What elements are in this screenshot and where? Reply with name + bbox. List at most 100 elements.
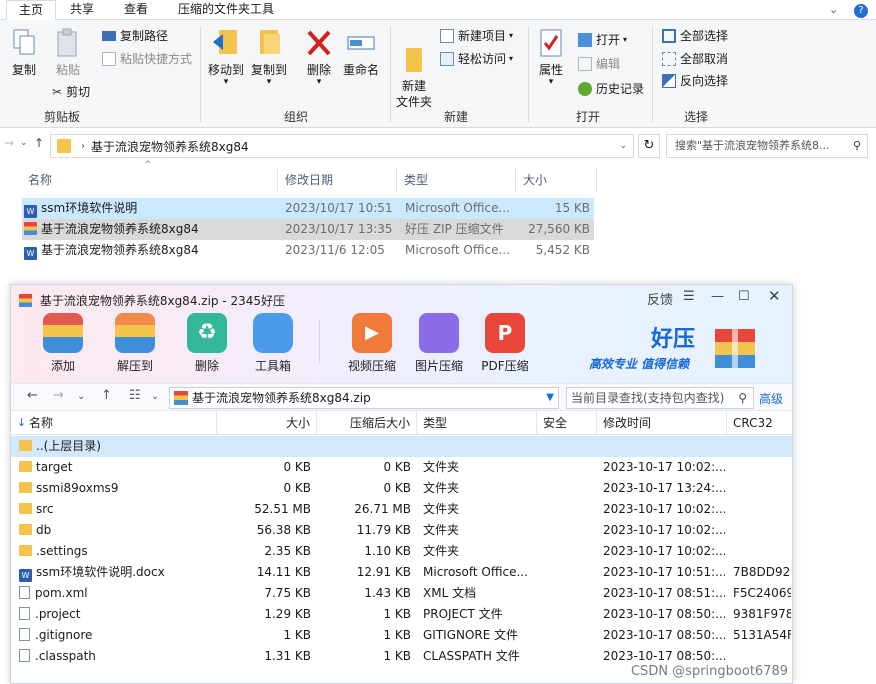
header-packed-size[interactable]: 压缩后大小 xyxy=(317,411,417,435)
dropdown-arrow-icon: ▾ xyxy=(316,77,322,87)
chevron-down-icon[interactable]: ⌄ xyxy=(619,141,627,151)
pdf-icon: P xyxy=(485,313,525,353)
new-folder-label: 新建 文件夹 xyxy=(395,79,432,109)
rename-button[interactable]: 重命名 xyxy=(340,28,382,78)
view-mode-icon[interactable]: ☷ xyxy=(129,388,141,403)
brand-name: 好压 xyxy=(651,327,696,352)
column-name[interactable]: 名称 xyxy=(22,168,278,192)
row-modified: 2023-10-17 10:51:... xyxy=(603,565,725,579)
table-row[interactable]: ssmi89oxms9 0 KB 0 KB 文件夹 2023-10-17 13:24:.… xyxy=(11,478,792,499)
refresh-button[interactable]: ↻ xyxy=(638,134,660,158)
delete-label: 删除 xyxy=(306,63,331,77)
table-row[interactable]: .settings 2.35 KB 1.10 KB 文件夹 2023-10-17 10:… xyxy=(11,541,792,562)
back-arrow-icon[interactable]: → xyxy=(4,136,14,150)
maximize-icon[interactable]: ☐ xyxy=(738,289,750,304)
copy-to-label: 复制到 xyxy=(250,63,287,77)
back-arrow-icon[interactable]: ← xyxy=(27,388,38,403)
tab-home[interactable]: 主页 xyxy=(6,0,57,20)
close-icon[interactable]: ✕ xyxy=(768,287,781,305)
table-row[interactable]: .gitignore 1 KB 1 KB GITIGNORE 文件 2023-10-17… xyxy=(11,625,792,646)
copy-to-button[interactable]: 复制到 ▾ xyxy=(248,28,290,87)
dropdown-arrow-icon[interactable]: ▼ xyxy=(546,388,554,408)
table-row[interactable]: .project 1.29 KB 1 KB PROJECT 文件 2023-10-17 … xyxy=(11,604,792,625)
invert-selection-icon xyxy=(662,74,676,88)
column-size[interactable]: 大小 xyxy=(517,168,597,192)
new-folder-button[interactable]: 新建 文件夹 xyxy=(394,28,434,126)
image-compress-button[interactable]: 图片压缩 xyxy=(411,313,467,374)
table-row[interactable]: Wssm环境软件说明.docx 14.11 KB 12.91 KB Microsoft… xyxy=(11,562,792,583)
add-label: 添加 xyxy=(50,359,75,373)
address-bar[interactable]: › 基于流浪宠物领养系统8xg84 ⌄ xyxy=(50,134,634,158)
row-name: pom.xml xyxy=(35,586,88,600)
header-name[interactable]: ↓ 名称 xyxy=(11,411,217,435)
view-dropdown-icon[interactable]: ⌄ xyxy=(151,391,159,402)
move-to-button[interactable]: 移动到 ▾ xyxy=(206,28,246,87)
archive-path-text: 基于流浪宠物领养系统8xg84.zip xyxy=(192,391,371,405)
header-size[interactable]: 大小 xyxy=(217,411,317,435)
delete-button[interactable]: 删除 ▾ xyxy=(300,28,338,87)
paste-button[interactable]: 粘贴 xyxy=(50,28,86,78)
column-date[interactable]: 修改日期 xyxy=(279,168,397,192)
help-icon[interactable]: ? xyxy=(854,4,868,18)
row-size: 2.35 KB xyxy=(264,544,311,558)
forward-arrow-icon[interactable]: → xyxy=(53,388,64,403)
cut-button[interactable]: ✂ 剪切 xyxy=(52,84,90,100)
minimize-icon[interactable]: — xyxy=(711,289,724,304)
table-row[interactable]: db 56.38 KB 11.79 KB 文件夹 2023-10-17 10:02:..… xyxy=(11,520,792,541)
recent-dropdown-icon[interactable]: ⌄ xyxy=(20,138,28,148)
haozip-delete-button[interactable]: ♻ 删除 xyxy=(179,313,235,374)
feedback-link[interactable]: 反馈 xyxy=(647,289,673,308)
open-button[interactable]: 打开 ▾ xyxy=(578,32,627,48)
advanced-search-link[interactable]: 高级 xyxy=(759,390,783,407)
toolbox-button[interactable]: 工具箱 xyxy=(245,313,301,374)
column-type[interactable]: 类型 xyxy=(398,168,516,192)
recycle-icon: ♻ xyxy=(187,313,227,353)
select-none-button[interactable]: 全部取消 xyxy=(662,51,728,67)
delete-x-icon xyxy=(307,30,331,56)
new-item-button[interactable]: 新建项目 ▾ xyxy=(440,28,513,44)
up-arrow-icon[interactable]: ↑ xyxy=(34,136,44,150)
extract-to-button[interactable]: 解压到 xyxy=(107,313,163,374)
menu-icon[interactable]: ☰ xyxy=(683,289,695,304)
file-row[interactable]: Wssm环境软件说明 2023/10/17 10:51 Microsoft Of… xyxy=(22,198,594,219)
paste-label: 粘贴 xyxy=(55,63,80,77)
archive-path-input[interactable]: 基于流浪宠物领养系统8xg84.zip ▼ xyxy=(169,387,559,409)
table-row[interactable]: target 0 KB 0 KB 文件夹 2023-10-17 10:02:... xyxy=(11,457,792,478)
header-security[interactable]: 安全 xyxy=(537,411,597,435)
add-button[interactable]: 添加 xyxy=(35,313,91,374)
explorer-search-input[interactable]: 搜索"基于流浪宠物领养系统8... ⚲ xyxy=(666,134,868,158)
copy-button[interactable]: 复制 xyxy=(8,28,40,78)
header-modified[interactable]: 修改时间 xyxy=(597,411,727,435)
row-type: GITIGNORE 文件 xyxy=(423,628,519,642)
easy-access-button[interactable]: 轻松访问 ▾ xyxy=(440,51,513,67)
chevron-down-icon[interactable]: ⌄ xyxy=(829,3,838,16)
table-row[interactable]: src 52.51 MB 26.71 MB 文件夹 2023-10-17 10:02:.… xyxy=(11,499,792,520)
file-row[interactable]: 基于流浪宠物领养系统8xg84 2023/10/17 13:35 好压 ZIP … xyxy=(22,219,594,240)
copy-path-button[interactable]: 复制路径 xyxy=(102,28,168,44)
tab-compressed-folder-tools[interactable]: 压缩的文件夹工具 xyxy=(166,0,286,20)
haozip-nav-bar: ← → ⌄ ↑ ☷ ⌄ 基于流浪宠物领养系统8xg84.zip ▼ 当前目录查找… xyxy=(11,383,792,411)
invert-selection-button[interactable]: 反向选择 xyxy=(662,73,728,89)
rename-icon xyxy=(347,36,375,50)
image-icon xyxy=(419,313,459,353)
up-arrow-icon[interactable]: ↑ xyxy=(101,388,112,403)
paste-shortcut-button[interactable]: 粘贴快捷方式 xyxy=(102,51,192,67)
edit-button[interactable]: 编辑 xyxy=(578,56,620,72)
video-compress-button[interactable]: ▶ 视频压缩 xyxy=(344,313,400,374)
tab-view[interactable]: 查看 xyxy=(112,0,160,20)
properties-button[interactable]: 属性 ▾ xyxy=(534,28,568,87)
table-row[interactable]: pom.xml 7.75 KB 1.43 KB XML 文档 2023-10-17 08… xyxy=(11,583,792,604)
divider xyxy=(390,26,391,122)
history-button[interactable]: 历史记录 xyxy=(578,81,644,97)
breadcrumb-chevron-icon: › xyxy=(81,140,85,152)
table-row[interactable]: ..(上层目录) xyxy=(11,436,792,457)
header-crc32[interactable]: CRC32 xyxy=(727,411,792,435)
file-row[interactable]: W 基于流浪宠物领养系统8xg84 2023/11/6 12:05 Microso… xyxy=(22,240,594,261)
header-type[interactable]: 类型 xyxy=(417,411,537,435)
haozip-search-input[interactable]: 当前目录查找(支持包内查找) ⚲ xyxy=(566,387,754,409)
pdf-compress-button[interactable]: P PDF压缩 xyxy=(477,313,533,374)
history-dropdown-icon[interactable]: ⌄ xyxy=(77,391,85,402)
row-crc32: 5131A54F xyxy=(733,628,791,642)
tab-share[interactable]: 共享 xyxy=(58,0,106,20)
select-all-button[interactable]: 全部选择 xyxy=(662,28,728,44)
